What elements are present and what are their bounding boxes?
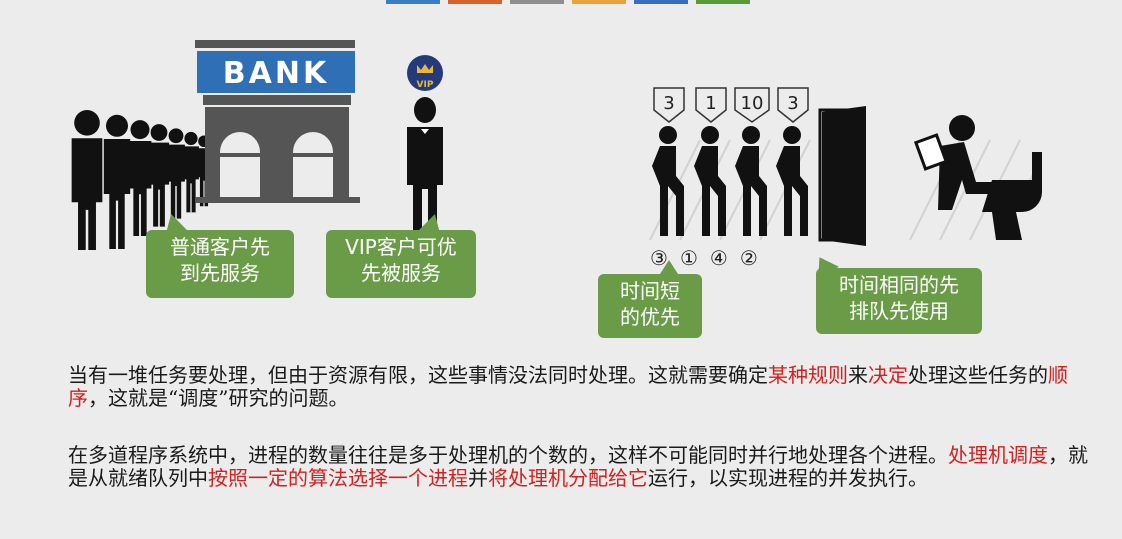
time-tag-1: 3 bbox=[663, 93, 674, 114]
time-tag-4: 3 bbox=[787, 93, 798, 114]
time-tag-2: 1 bbox=[705, 93, 716, 114]
door-icon bbox=[818, 106, 866, 246]
highlight-rule: 某种规则 bbox=[768, 363, 848, 387]
highlight-allocate: 将处理机分配给它 bbox=[488, 466, 648, 490]
text: 在多道程序系统中，进程的数量往往是多于处理机的个数的，这样不可能同时并行地处理各… bbox=[68, 443, 948, 467]
top-bar-segment bbox=[634, 0, 688, 4]
text: 来 bbox=[848, 363, 868, 387]
same-time-bubble-line1: 时间相同的先 bbox=[839, 273, 959, 297]
fcfs-bubble: 普通客户先 到先服务 bbox=[146, 230, 294, 298]
order-mark: ④ bbox=[709, 246, 728, 270]
same-time-bubble: 时间相同的先 排队先使用 bbox=[816, 268, 982, 334]
time-tag-3: 10 bbox=[741, 93, 764, 114]
order-mark: ① bbox=[679, 246, 698, 270]
vip-bubble-line1: VIP客户可优 bbox=[345, 235, 457, 259]
top-bar-segment bbox=[448, 0, 502, 4]
vip-bubble: VIP客户可优 先被服务 bbox=[326, 230, 476, 298]
same-time-bubble-line2: 排队先使用 bbox=[849, 299, 949, 323]
vip-badge-label: VIP bbox=[417, 80, 434, 90]
fcfs-bubble-line2: 到先服务 bbox=[180, 261, 260, 285]
top-bar-segment bbox=[572, 0, 626, 4]
short-time-bubble: 时间短 的优先 bbox=[598, 260, 702, 338]
highlight-processor-scheduling: 处理机调度 bbox=[948, 443, 1048, 467]
time-tags bbox=[653, 87, 809, 123]
text: ，这就是“调度”研究的问题。 bbox=[88, 386, 349, 410]
vip-bubble-line2: 先被服务 bbox=[361, 261, 441, 285]
text: 运行，以实现进程的并发执行。 bbox=[648, 466, 928, 490]
top-bar-segment bbox=[696, 0, 750, 4]
bank-queue-illustration: BANK VIP bbox=[71, 40, 443, 250]
text: 处理这些任务的 bbox=[908, 363, 1048, 387]
text: 并 bbox=[468, 466, 488, 490]
slide-top-bar bbox=[386, 0, 750, 4]
highlight-select-process: 按照一定的算法选择一个进程 bbox=[208, 466, 468, 490]
highlight-decide: 决定 bbox=[868, 363, 908, 387]
top-bar-segment bbox=[386, 0, 440, 4]
order-mark: ② bbox=[739, 246, 758, 270]
processor-scheduling-paragraph: 在多道程序系统中，进程的数量往往是多于处理机的个数的，这样不可能同时并行地处理各… bbox=[68, 444, 1088, 490]
short-time-bubble-line1: 时间短 bbox=[620, 279, 680, 303]
top-bar-segment bbox=[510, 0, 564, 4]
short-time-bubble-line2: 的优先 bbox=[620, 305, 680, 329]
text: 当有一堆任务要处理，但由于资源有限，这些事情没法同时处理。这就需要确定 bbox=[68, 363, 768, 387]
fcfs-bubble-line1: 普通客户先 bbox=[170, 235, 270, 259]
bank-sign: BANK bbox=[223, 56, 329, 91]
toilet-queue-illustration: 3 1 10 3 bbox=[649, 87, 1042, 246]
scheduling-intro-paragraph: 当有一堆任务要处理，但由于资源有限，这些事情没法同时处理。这就需要确定某种规则来… bbox=[68, 364, 1088, 410]
